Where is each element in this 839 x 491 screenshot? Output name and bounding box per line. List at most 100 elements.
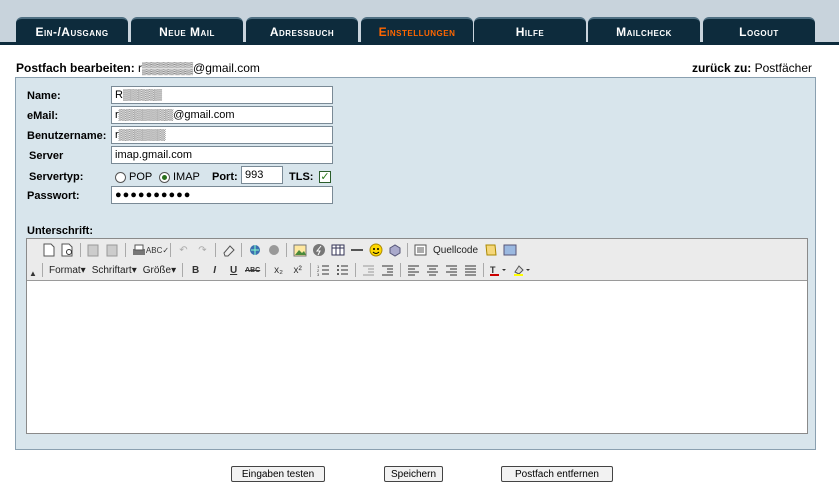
paste-word-icon[interactable] bbox=[103, 241, 122, 259]
back-label: zurück zu: bbox=[691, 61, 752, 75]
tab-ein-ausgang[interactable]: Ein-/Ausgang bbox=[16, 17, 128, 44]
pop-radio[interactable] bbox=[115, 172, 126, 183]
template-icon[interactable] bbox=[481, 241, 500, 259]
image-icon[interactable] bbox=[290, 241, 309, 259]
format-dropdown-label: Format bbox=[49, 264, 81, 276]
align-justify-icon[interactable] bbox=[461, 261, 480, 279]
toolbar-separator bbox=[286, 243, 287, 257]
page-title: Postfach bearbeiten: r▒▒▒▒▒▒@gmail.com bbox=[16, 61, 260, 75]
name-field[interactable]: R▒▒▒▒▒ bbox=[111, 86, 333, 104]
top-navigation-bar: Ein-/Ausgang Neue Mail Adressbuch Einste… bbox=[0, 0, 839, 45]
background-color-icon[interactable] bbox=[511, 261, 535, 279]
page-title-label: Postfach bearbeiten: bbox=[16, 61, 135, 75]
email-label: eMail: bbox=[27, 110, 59, 122]
fullscreen-icon[interactable] bbox=[500, 241, 519, 259]
test-inputs-button[interactable]: Eingaben testen bbox=[231, 466, 325, 482]
toolbar-separator bbox=[355, 263, 357, 277]
text-color-icon[interactable]: T bbox=[487, 261, 511, 279]
paste-text-icon[interactable] bbox=[84, 241, 103, 259]
strikethrough-button[interactable]: ABC bbox=[243, 261, 262, 279]
align-right-icon[interactable] bbox=[442, 261, 461, 279]
account-settings-panel: Name: R▒▒▒▒▒ eMail: r▒▒▒▒▒▒▒@gmail.com B… bbox=[15, 77, 816, 450]
tab-einstellungen[interactable]: Einstellungen bbox=[361, 17, 473, 44]
special-char-icon[interactable] bbox=[385, 241, 404, 259]
flash-icon[interactable] bbox=[309, 241, 328, 259]
smiley-icon[interactable] bbox=[366, 241, 385, 259]
editor-toolbar: ABC✓ ↶ ↷ Quellcode Format▾ Schriftart▾ G… bbox=[27, 239, 807, 281]
align-left-icon[interactable] bbox=[404, 261, 423, 279]
signature-editor: ABC✓ ↶ ↷ Quellcode Format▾ Schriftart▾ G… bbox=[26, 238, 808, 434]
tls-checkbox[interactable]: ✓ bbox=[319, 171, 331, 183]
tab-logout[interactable]: Logout bbox=[703, 17, 815, 44]
source-code-icon[interactable] bbox=[411, 241, 430, 259]
save-button[interactable]: Speichern bbox=[384, 466, 443, 482]
indent-icon[interactable] bbox=[378, 261, 397, 279]
toolbar-separator bbox=[215, 243, 216, 257]
font-dropdown-label: Schriftart bbox=[91, 264, 132, 276]
spellcheck-icon[interactable]: ABC✓ bbox=[146, 241, 169, 259]
collapse-toolbar-icon[interactable]: ▲ bbox=[29, 269, 37, 278]
toolbar-separator bbox=[42, 263, 43, 277]
tab-mailcheck[interactable]: Mailcheck bbox=[588, 17, 700, 44]
toolbar-separator bbox=[170, 243, 171, 257]
server-label: Server bbox=[29, 150, 64, 162]
tab-adressbuch[interactable]: Adressbuch bbox=[246, 17, 358, 44]
toolbar-separator bbox=[80, 243, 81, 257]
toolbar-separator bbox=[241, 243, 242, 257]
subscript-button[interactable]: x₂ bbox=[269, 261, 288, 279]
tab-hilfe[interactable]: Hilfe bbox=[474, 17, 586, 44]
unlink-icon[interactable] bbox=[264, 241, 283, 259]
toolbar-separator bbox=[182, 263, 184, 277]
port-field[interactable]: 993 bbox=[241, 166, 283, 184]
name-label: Name: bbox=[27, 90, 61, 102]
servertype-label: Servertyp: bbox=[29, 171, 84, 183]
undo-icon[interactable]: ↶ bbox=[174, 241, 193, 259]
format-dropdown[interactable]: Format▾ bbox=[49, 265, 86, 276]
svg-text:T: T bbox=[490, 265, 496, 275]
horizontal-rule-icon[interactable] bbox=[347, 241, 366, 259]
redo-icon[interactable]: ↷ bbox=[193, 241, 212, 259]
email-field[interactable]: r▒▒▒▒▒▒▒@gmail.com bbox=[111, 106, 333, 124]
username-field[interactable]: r▒▒▒▒▒▒ bbox=[111, 126, 333, 144]
superscript-button[interactable]: x² bbox=[288, 261, 307, 279]
align-center-icon[interactable] bbox=[423, 261, 442, 279]
size-dropdown-label: Größe bbox=[142, 264, 172, 276]
table-icon[interactable] bbox=[328, 241, 347, 259]
server-field[interactable]: imap.gmail.com bbox=[111, 146, 333, 164]
outdent-icon[interactable] bbox=[359, 261, 378, 279]
remove-mailbox-button[interactable]: Postfach entfernen bbox=[501, 466, 613, 482]
bold-button[interactable]: B bbox=[186, 261, 205, 279]
imap-radio[interactable] bbox=[159, 172, 170, 183]
toolbar-separator bbox=[400, 263, 402, 277]
italic-button[interactable]: I bbox=[205, 261, 224, 279]
signature-text-area[interactable] bbox=[27, 281, 807, 433]
toolbar-separator bbox=[265, 263, 267, 277]
unordered-list-icon[interactable] bbox=[333, 261, 352, 279]
underline-button[interactable]: U bbox=[224, 261, 243, 279]
nav-underline bbox=[0, 42, 839, 45]
toolbar-row-1: ABC✓ ↶ ↷ Quellcode bbox=[39, 240, 519, 260]
preview-icon[interactable] bbox=[58, 241, 77, 259]
password-field[interactable]: ●●●●●●●●●● bbox=[111, 186, 333, 204]
imap-radio-label: IMAP bbox=[173, 171, 200, 183]
username-label: Benutzername: bbox=[27, 130, 107, 142]
password-label: Passwort: bbox=[27, 190, 80, 202]
toolbar-separator bbox=[125, 243, 126, 257]
eraser-icon[interactable] bbox=[219, 241, 238, 259]
tab-neue-mail[interactable]: Neue Mail bbox=[131, 17, 243, 44]
page-title-account: r▒▒▒▒▒▒@gmail.com bbox=[138, 61, 260, 75]
font-dropdown[interactable]: Schriftart▾ bbox=[92, 265, 137, 276]
toolbar-row-2: Format▾ Schriftart▾ Größe▾ B I U ABC x₂ … bbox=[39, 260, 535, 280]
signature-label: Unterschrift: bbox=[27, 225, 94, 237]
back-link-postfaecher[interactable]: Postfächer bbox=[755, 61, 812, 75]
tls-label: TLS: bbox=[289, 171, 314, 183]
back-navigation: zurück zu: Postfächer bbox=[692, 61, 812, 75]
new-document-icon[interactable] bbox=[39, 241, 58, 259]
toolbar-separator bbox=[310, 263, 312, 277]
source-code-button[interactable]: Quellcode bbox=[433, 245, 478, 256]
size-dropdown[interactable]: Größe▾ bbox=[143, 265, 176, 276]
svg-text:3: 3 bbox=[317, 272, 320, 276]
pop-radio-label: POP bbox=[129, 171, 153, 183]
ordered-list-icon[interactable]: 123 bbox=[314, 261, 333, 279]
link-icon[interactable] bbox=[245, 241, 264, 259]
